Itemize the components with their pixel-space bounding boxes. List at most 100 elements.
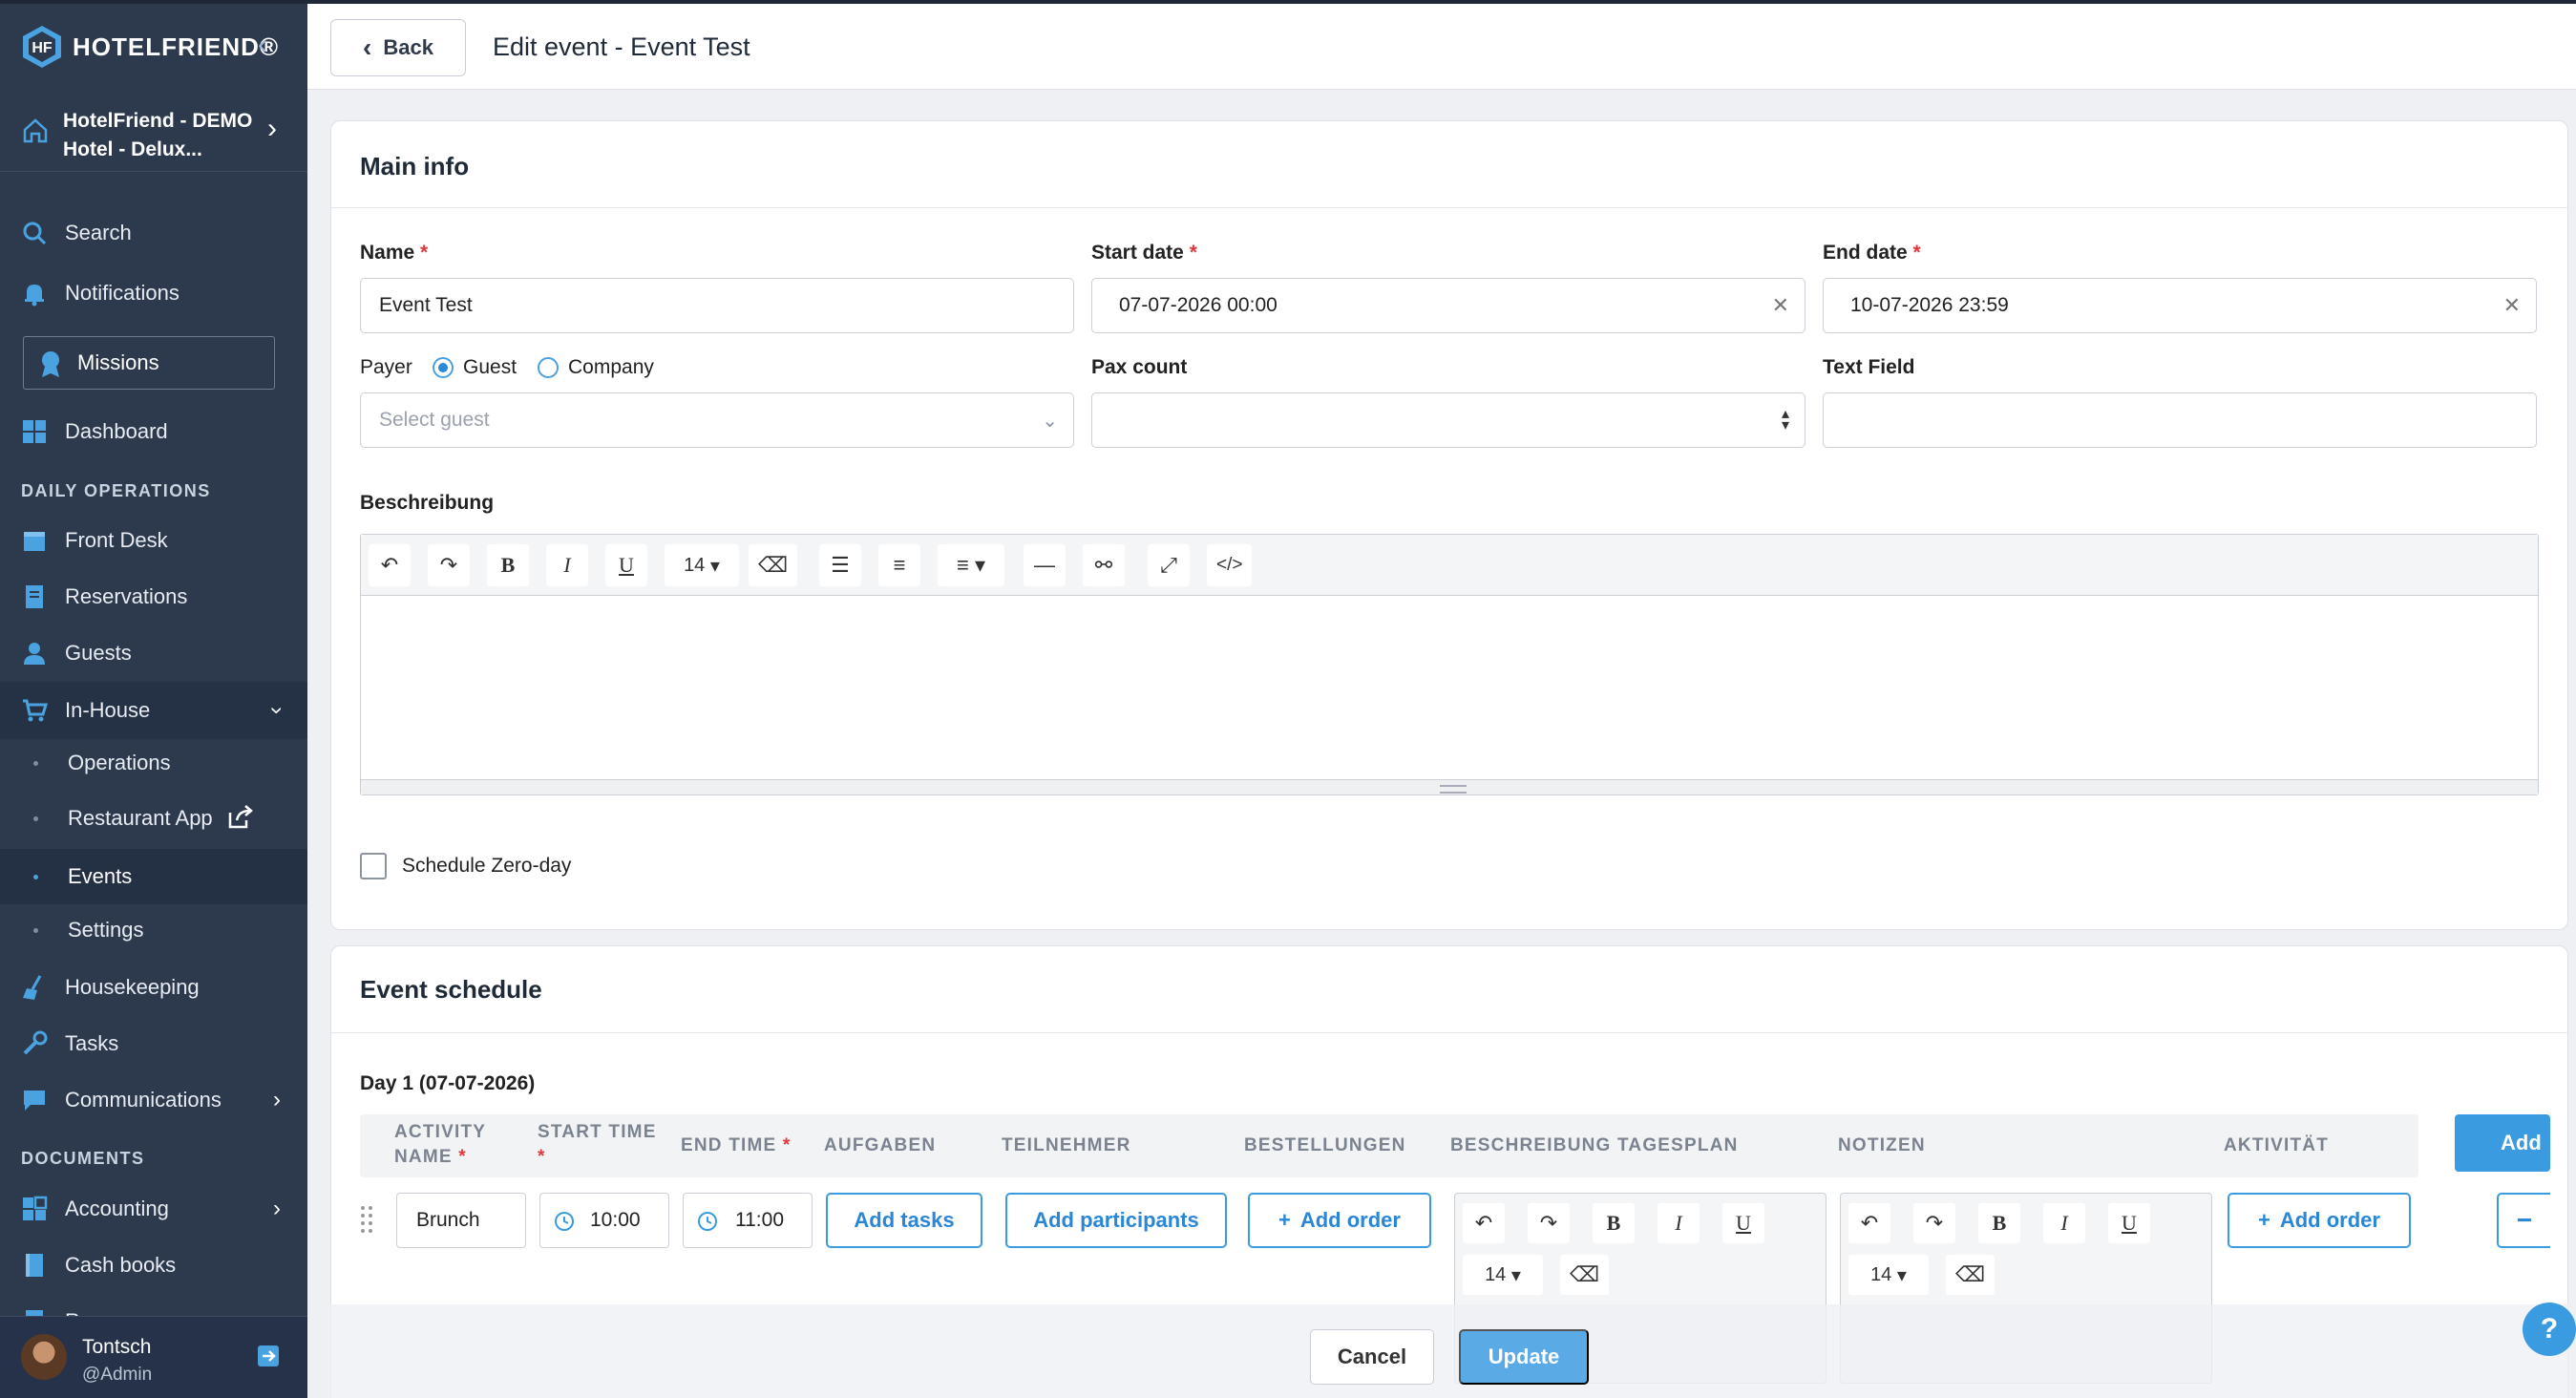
sidebar-item-label: Guests <box>65 641 132 665</box>
end-date-value: 10-07-2026 23:59 <box>1850 294 2009 316</box>
italic-icon[interactable]: I <box>1658 1203 1700 1243</box>
logout-icon[interactable] <box>256 1344 281 1368</box>
sidebar-item-tasks[interactable]: Tasks <box>0 1017 307 1070</box>
bold-icon[interactable]: B <box>1978 1203 2020 1243</box>
sidebar-item-housekeeping[interactable]: Housekeeping <box>0 961 307 1014</box>
end-time-input[interactable]: 11:00 <box>683 1193 813 1248</box>
redo-icon[interactable]: ↷ <box>428 544 470 586</box>
italic-icon[interactable]: I <box>546 544 588 586</box>
payer-radio-company[interactable]: Company <box>538 356 654 379</box>
hotel-name-line1: HotelFriend - DEMO <box>63 110 253 132</box>
cancel-button[interactable]: Cancel <box>1310 1329 1434 1385</box>
bold-icon[interactable]: B <box>1593 1203 1635 1243</box>
column-aufgaben: AUFGABEN <box>824 1135 937 1155</box>
undo-icon[interactable]: ↶ <box>1463 1203 1505 1243</box>
radio-checked-icon <box>433 357 454 378</box>
end-time-value: 11:00 <box>735 1209 784 1231</box>
missions-button[interactable]: Missions <box>23 336 275 390</box>
font-size-value: 14 <box>1485 1263 1507 1285</box>
sidebar-subitem-events[interactable]: Events <box>0 849 307 904</box>
sidebar-item-cash-books[interactable]: Cash books <box>0 1239 307 1292</box>
numbered-list-icon[interactable]: ≡ <box>878 544 920 586</box>
remove-row-button[interactable]: − <box>2497 1193 2550 1248</box>
italic-icon[interactable]: I <box>2043 1203 2085 1243</box>
sidebar-item-search[interactable]: Search <box>0 206 307 260</box>
sidebar-item-label: Notifications <box>65 281 179 305</box>
user-panel[interactable]: Tontsch @Admin <box>0 1316 307 1398</box>
back-button[interactable]: ‹ Back <box>330 19 466 76</box>
bold-icon[interactable]: B <box>487 544 529 586</box>
plus-icon: + <box>2258 1208 2270 1232</box>
font-size-dropdown[interactable]: 14 ▾ <box>665 544 739 586</box>
hotel-name-line2: Hotel - Delux... <box>63 138 202 160</box>
clear-icon[interactable]: ✕ <box>1772 293 1789 318</box>
start-date-input[interactable]: 07-07-2026 00:00 ✕ <box>1091 278 1805 333</box>
hotel-switcher[interactable]: HotelFriend - DEMO Hotel - Delux... › <box>0 94 307 172</box>
drag-handle-icon[interactable] <box>360 1204 373 1233</box>
underline-icon[interactable]: U <box>605 544 647 586</box>
main-info-title: Main info <box>360 152 470 180</box>
sidebar-item-communications[interactable]: Communications › <box>0 1073 307 1127</box>
undo-icon[interactable]: ↶ <box>369 544 411 586</box>
underline-icon[interactable]: U <box>1722 1203 1764 1243</box>
align-dropdown-icon[interactable]: ≡ ▾ <box>938 544 1004 586</box>
clear-icon[interactable]: ✕ <box>2503 293 2521 318</box>
horizontal-rule-icon[interactable]: — <box>1024 544 1066 586</box>
pax-count-input[interactable]: ▴ ▾ <box>1091 392 1805 448</box>
name-input[interactable]: Event Test <box>360 278 1074 333</box>
guest-select[interactable]: Select guest ⌄ <box>360 392 1074 448</box>
schedule-zero-day-checkbox[interactable]: Schedule Zero-day <box>360 853 571 879</box>
divider <box>331 207 2567 208</box>
sidebar-item-in-house[interactable]: In-House › <box>0 682 307 739</box>
description-editor[interactable]: ↶ ↷ B I U 14 ▾ ⌫ ☰ ≡ ≡ ▾ — ⚯ ⤢ </> <box>360 534 2539 795</box>
font-size-dropdown[interactable]: 14 ▾ <box>1463 1255 1543 1295</box>
collapse-sidebar-icon[interactable]: ‹ <box>258 29 267 61</box>
update-button[interactable]: Update <box>1459 1329 1589 1385</box>
add-activity-button[interactable]: Add <box>2455 1114 2550 1172</box>
sidebar-subitem-restaurant-app[interactable]: Restaurant App <box>0 792 307 845</box>
activity-name-input[interactable]: Brunch <box>396 1193 526 1248</box>
payer-radio-guest[interactable]: Guest <box>433 356 517 379</box>
start-time-input[interactable]: 10:00 <box>539 1193 669 1248</box>
bell-icon <box>25 285 44 307</box>
cancel-label: Cancel <box>1337 1345 1407 1368</box>
eraser-icon[interactable]: ⌫ <box>749 544 798 586</box>
sidebar-subitem-settings[interactable]: Settings <box>0 903 307 957</box>
stepper-icon[interactable]: ▴ ▾ <box>1782 407 1789 434</box>
back-label: Back <box>383 35 433 59</box>
redo-icon[interactable]: ↷ <box>1528 1203 1570 1243</box>
column-bestellungen: BESTELLUNGEN <box>1244 1135 1406 1155</box>
fullscreen-icon[interactable]: ⤢ <box>1148 544 1190 586</box>
code-view-icon[interactable]: </> <box>1207 544 1253 586</box>
sidebar-subitem-label: Events <box>68 864 133 888</box>
sidebar-item-guests[interactable]: Guests <box>0 626 307 680</box>
sidebar-item-notifications[interactable]: Notifications <box>0 266 307 320</box>
brand-name: HOTELFRIEND® <box>73 32 280 61</box>
brand[interactable]: HF HOTELFRIEND® ‹ <box>21 23 279 71</box>
sidebar-item-reservations[interactable]: Reservations <box>0 570 307 624</box>
sidebar-item-label: Tasks <box>65 1031 119 1055</box>
add-tasks-button[interactable]: Add tasks <box>826 1193 982 1248</box>
bullet-list-icon[interactable]: ☰ <box>819 544 861 586</box>
editor-resize-handle[interactable] <box>361 779 2538 794</box>
sidebar-item-accounting[interactable]: Accounting › <box>0 1182 307 1236</box>
text-field-input[interactable] <box>1823 392 2537 448</box>
help-button[interactable]: ? <box>2523 1303 2576 1356</box>
link-icon[interactable]: ⚯ <box>1083 544 1125 586</box>
sidebar-item-front-desk[interactable]: Front Desk <box>0 514 307 567</box>
font-size-dropdown[interactable]: 14 ▾ <box>1848 1255 1929 1295</box>
end-date-input[interactable]: 10-07-2026 23:59 ✕ <box>1823 278 2537 333</box>
hotel-name: HotelFriend - DEMO Hotel - Delux... <box>63 107 252 164</box>
eraser-icon[interactable]: ⌫ <box>1560 1255 1610 1295</box>
add-order-activity-button[interactable]: + Add order <box>2228 1193 2411 1248</box>
sidebar-subitem-operations[interactable]: Operations <box>0 736 307 790</box>
redo-icon[interactable]: ↷ <box>1913 1203 1955 1243</box>
eraser-icon[interactable]: ⌫ <box>1946 1255 1995 1295</box>
underline-icon[interactable]: U <box>2108 1203 2150 1243</box>
undo-icon[interactable]: ↶ <box>1848 1203 1890 1243</box>
name-label: Name * <box>360 242 429 264</box>
add-participants-button[interactable]: Add participants <box>1005 1193 1227 1248</box>
add-order-button[interactable]: + Add order <box>1248 1193 1431 1248</box>
sidebar-item-label: Front Desk <box>65 528 168 552</box>
sidebar-item-dashboard[interactable]: Dashboard <box>0 405 307 458</box>
